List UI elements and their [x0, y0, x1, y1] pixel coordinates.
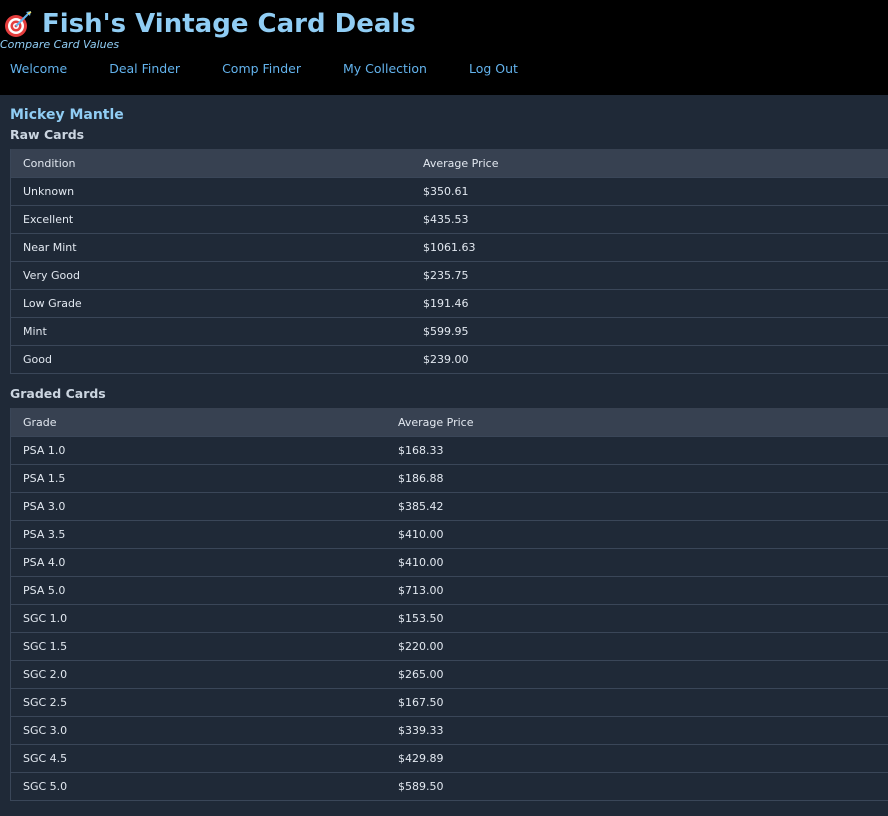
- table-row: Excellent $435.53: [10, 205, 888, 234]
- average-price-header: Average Price: [386, 408, 888, 437]
- table-row: PSA 4.0 $410.00: [10, 548, 888, 577]
- price-cell: $239.00: [411, 345, 888, 374]
- price-cell: $265.00: [386, 660, 888, 689]
- label-cell: PSA 4.0: [10, 548, 386, 577]
- label-cell: SGC 5.0: [10, 772, 386, 801]
- label-cell: Unknown: [10, 177, 411, 206]
- label-cell: PSA 1.0: [10, 436, 386, 465]
- price-cell: $191.46: [411, 289, 888, 318]
- price-cell: $1061.63: [411, 233, 888, 262]
- label-cell: SGC 2.5: [10, 688, 386, 717]
- label-cell: SGC 2.0: [10, 660, 386, 689]
- label-cell: SGC 3.0: [10, 716, 386, 745]
- nav-comp-finder[interactable]: Comp Finder: [222, 61, 301, 76]
- price-cell: $713.00: [386, 576, 888, 605]
- price-cell: $220.00: [386, 632, 888, 661]
- raw-cards-body: Unknown $350.61 Excellent $435.53 Near Mint $…: [10, 177, 888, 374]
- label-cell: PSA 1.5: [10, 464, 386, 493]
- grade-header: Grade: [10, 408, 386, 437]
- nav-welcome[interactable]: Welcome: [10, 61, 67, 76]
- price-cell: $410.00: [386, 548, 888, 577]
- price-cell: $429.89: [386, 744, 888, 773]
- graded-cards-body: PSA 1.0 $168.33 PSA 1.5 $186.88 PSA 3.0 $385.…: [10, 436, 888, 801]
- raw-cards-title: Raw Cards: [10, 127, 85, 142]
- table-row: Very Good $235.75: [10, 261, 888, 290]
- price-cell: $350.61: [411, 177, 888, 206]
- table-header-row: Grade Average Price: [10, 408, 888, 437]
- table-row: SGC 2.0 $265.00: [10, 660, 888, 689]
- label-cell: Mint: [10, 317, 411, 346]
- table-row: SGC 1.0 $153.50: [10, 604, 888, 633]
- nav-log-out[interactable]: Log Out: [469, 61, 518, 76]
- table-row: Good $239.00: [10, 345, 888, 374]
- price-cell: $339.33: [386, 716, 888, 745]
- price-cell: $167.50: [386, 688, 888, 717]
- label-cell: Low Grade: [10, 289, 411, 318]
- price-cell: $186.88: [386, 464, 888, 493]
- table-row: PSA 3.0 $385.42: [10, 492, 888, 521]
- average-price-header: Average Price: [411, 149, 888, 178]
- price-cell: $435.53: [411, 205, 888, 234]
- dartboard-icon: [5, 11, 32, 37]
- table-header-row: Condition Average Price: [10, 149, 888, 178]
- table-row: SGC 3.0 $339.33: [10, 716, 888, 745]
- label-cell: Very Good: [10, 261, 411, 290]
- label-cell: Near Mint: [10, 233, 411, 262]
- price-cell: $235.75: [411, 261, 888, 290]
- label-cell: PSA 5.0: [10, 576, 386, 605]
- table-row: PSA 3.5 $410.00: [10, 520, 888, 549]
- label-cell: SGC 4.5: [10, 744, 386, 773]
- price-cell: $410.00: [386, 520, 888, 549]
- price-cell: $589.50: [386, 772, 888, 801]
- nav-my-collection[interactable]: My Collection: [343, 61, 427, 76]
- main-nav: Welcome Deal Finder Comp Finder My Colle…: [10, 61, 560, 76]
- site-title: Fish's Vintage Card Deals: [42, 9, 416, 39]
- raw-cards-table: Condition Average Price Unknown $350.61 Ex…: [10, 149, 888, 374]
- label-cell: SGC 1.5: [10, 632, 386, 661]
- price-cell: $153.50: [386, 604, 888, 633]
- label-cell: PSA 3.0: [10, 492, 386, 521]
- table-row: SGC 4.5 $429.89: [10, 744, 888, 773]
- table-row: SGC 5.0 $589.50: [10, 772, 888, 801]
- price-cell: $385.42: [386, 492, 888, 521]
- main-content: Mickey Mantle Raw Cards Condition Averag…: [0, 95, 888, 801]
- price-cell: $599.95: [411, 317, 888, 346]
- label-cell: Good: [10, 345, 411, 374]
- table-row: Unknown $350.61: [10, 177, 888, 206]
- site-header: Fish's Vintage Card Deals Compare Card V…: [0, 0, 888, 95]
- label-cell: SGC 1.0: [10, 604, 386, 633]
- table-row: PSA 1.0 $168.33: [10, 436, 888, 465]
- table-row: Mint $599.95: [10, 317, 888, 346]
- player-name: Mickey Mantle: [10, 107, 124, 123]
- brand[interactable]: Fish's Vintage Card Deals: [4, 8, 416, 40]
- table-row: PSA 1.5 $186.88: [10, 464, 888, 493]
- price-cell: $168.33: [386, 436, 888, 465]
- graded-cards-title: Graded Cards: [10, 386, 106, 401]
- label-cell: Excellent: [10, 205, 411, 234]
- table-row: SGC 1.5 $220.00: [10, 632, 888, 661]
- table-row: PSA 5.0 $713.00: [10, 576, 888, 605]
- graded-cards-table: Grade Average Price PSA 1.0 $168.33 PSA 1.…: [10, 408, 888, 801]
- condition-header: Condition: [10, 149, 411, 178]
- table-row: Low Grade $191.46: [10, 289, 888, 318]
- site-tagline: Compare Card Values: [0, 38, 120, 51]
- nav-deal-finder[interactable]: Deal Finder: [109, 61, 180, 76]
- label-cell: PSA 3.5: [10, 520, 386, 549]
- table-row: SGC 2.5 $167.50: [10, 688, 888, 717]
- table-row: Near Mint $1061.63: [10, 233, 888, 262]
